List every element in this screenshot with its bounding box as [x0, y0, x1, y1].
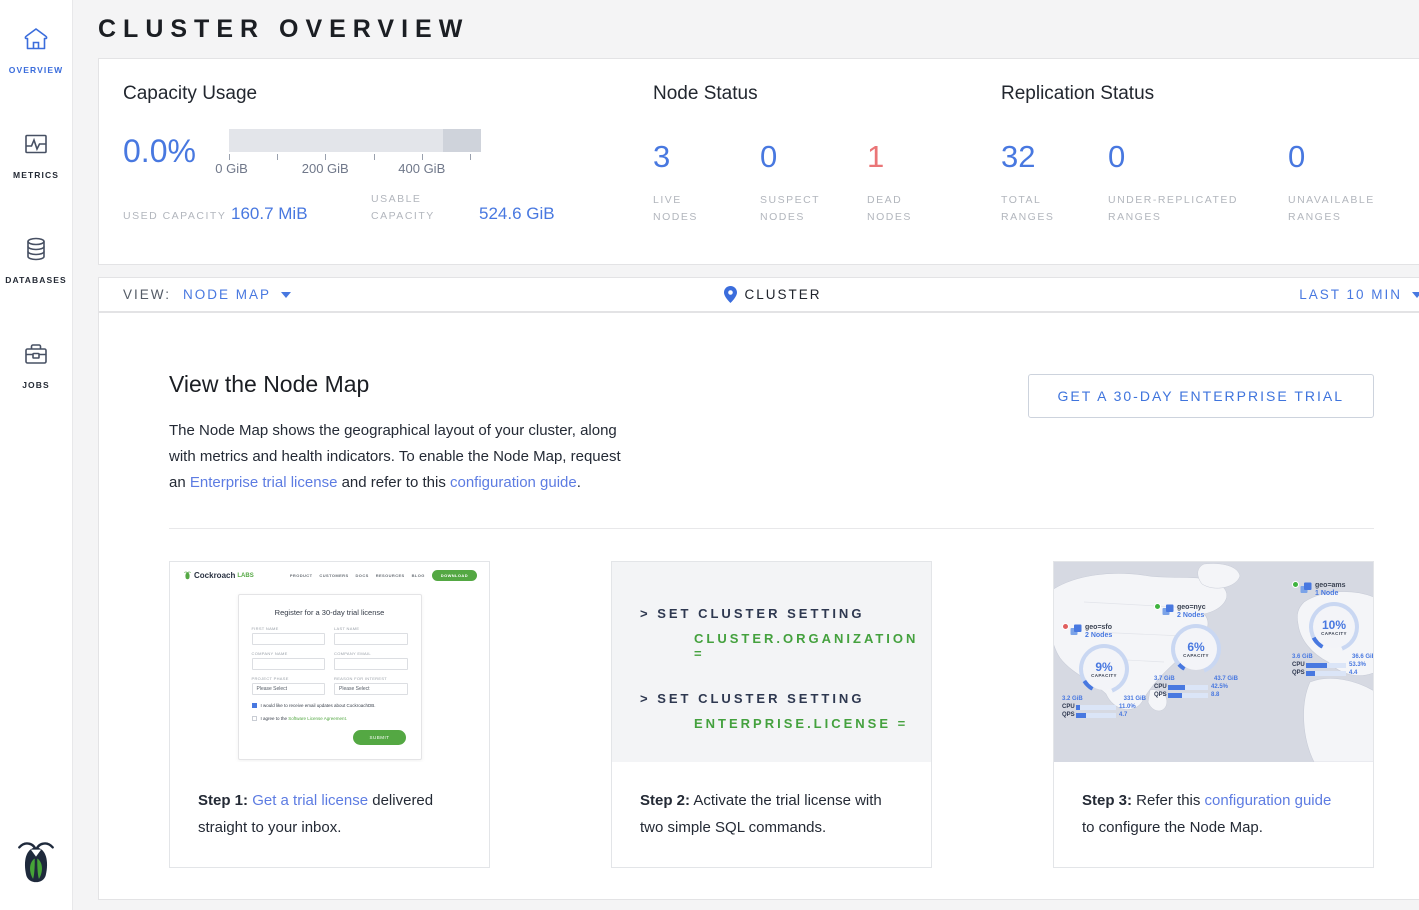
sidebar-item-jobs[interactable]: JOBS — [0, 335, 73, 404]
location-pin-icon — [723, 286, 736, 303]
total-ranges-stat: 32 TOTALRANGES — [1001, 129, 1106, 226]
usable-capacity-value: 524.6 GiB — [479, 204, 619, 225]
step3-card: geo=sfo2 Nodes 9% CAPACITY 3.2 GiB331 Gi… — [1053, 561, 1374, 868]
capacity-percent: 0.0% — [123, 129, 229, 167]
mini-registration-form: Register for a 30-day trial license FIRS… — [238, 594, 422, 760]
node-widget-ams: geo=ams1 Node 10% CAPACITY 3.6 GiB36.6 G… — [1292, 580, 1373, 676]
dead-nodes-stat: 1 DEADNODES — [867, 129, 972, 226]
live-nodes-stat: 3 LIVENODES — [653, 129, 758, 226]
step2-code-block: > SET CLUSTER SETTING CLUSTER.ORGANIZATI… — [612, 562, 931, 762]
step1-screenshot: Cockroach LABS PRODUCT CUSTOMERS DOCS RE… — [170, 562, 489, 762]
database-icon — [23, 236, 49, 267]
node-status-title: Node Status — [653, 83, 1001, 105]
cockroach-logo — [17, 839, 55, 896]
used-capacity-label: USED CAPACITY — [123, 208, 231, 225]
page-title: CLUSTER OVERVIEW — [98, 0, 1419, 58]
node-widget-sfo: geo=sfo2 Nodes 9% CAPACITY 3.2 GiB331 Gi… — [1062, 622, 1146, 718]
step2-caption: Step 2: Activate the trial license with … — [612, 762, 931, 841]
step2-card: > SET CLUSTER SETTING CLUSTER.ORGANIZATI… — [611, 561, 932, 868]
view-selector-dropdown[interactable]: NODE MAP — [183, 287, 291, 302]
get-enterprise-trial-button[interactable]: GET A 30-DAY ENTERPRISE TRIAL — [1028, 374, 1375, 418]
capacity-usage-section: Capacity Usage 0.0% 0 GiB 200 GiB — [123, 83, 653, 264]
cluster-summary-panel: Capacity Usage 0.0% 0 GiB 200 GiB — [98, 58, 1419, 265]
tick-label-400: 400 GiB — [398, 161, 445, 176]
mini-cockroach-logo: Cockroach LABS — [184, 571, 254, 581]
live-nodes-value: 3 — [653, 141, 758, 172]
suspect-nodes-value: 0 — [760, 141, 865, 172]
total-ranges-value: 32 — [1001, 141, 1106, 172]
time-range-dropdown[interactable]: LAST 10 MIN — [1299, 287, 1419, 302]
replication-status-title: Replication Status — [1001, 83, 1419, 105]
status-dot-live-icon — [1154, 603, 1161, 610]
sql-command: > SET CLUSTER SETTING — [640, 606, 931, 621]
metrics-icon — [23, 131, 49, 162]
unavailable-ranges-value: 0 — [1288, 141, 1419, 172]
tick-label-200: 200 GiB — [302, 161, 349, 176]
sql-argument: CLUSTER.ORGANIZATION = — [694, 631, 931, 661]
unavailable-ranges-stat: 0 UNAVAILABLERANGES — [1288, 129, 1419, 226]
nodes-icon — [1300, 582, 1312, 594]
chevron-down-icon — [1412, 292, 1419, 298]
node-map-description: The Node Map shows the geographical layo… — [169, 418, 629, 496]
dead-nodes-value: 1 — [867, 141, 972, 172]
under-replicated-ranges-stat: 0 UNDER-REPLICATEDRANGES — [1108, 129, 1286, 226]
sidebar-label-databases: DATABASES — [5, 275, 67, 285]
node-map-title: View the Node Map — [169, 371, 629, 398]
node-status-section: Node Status 3 LIVENODES 0 SUSPECTNODES 1 — [653, 83, 1001, 264]
step1-caption: Step 1: Get a trial license delivered st… — [170, 762, 489, 841]
nodes-icon — [1070, 624, 1082, 636]
chevron-down-icon — [281, 292, 291, 298]
view-bar: VIEW: NODE MAP CLUSTER LAST 10 MIN — [98, 277, 1419, 312]
capacity-usage-title: Capacity Usage — [123, 83, 653, 105]
step3-node-map-image: geo=sfo2 Nodes 9% CAPACITY 3.2 GiB331 Gi… — [1054, 562, 1373, 762]
enterprise-trial-license-link[interactable]: Enterprise trial license — [190, 474, 338, 491]
mini-nav-links: PRODUCT CUSTOMERS DOCS RESOURCES BLOG DO… — [283, 570, 477, 581]
used-capacity-value: 160.7 MiB — [231, 204, 371, 225]
cluster-breadcrumb: CLUSTER — [723, 286, 821, 303]
sidebar-item-databases[interactable]: DATABASES — [0, 230, 73, 299]
sidebar-label-jobs: JOBS — [22, 380, 50, 390]
usable-capacity-label: USABLE CAPACITY — [371, 191, 479, 225]
home-icon — [23, 26, 49, 57]
sidebar: OVERVIEW METRICS DATABASES JOBS — [0, 0, 73, 910]
nodes-icon — [1162, 604, 1174, 616]
replication-status-section: Replication Status 32 TOTALRANGES 0 UNDE… — [1001, 83, 1419, 264]
status-dot-live-icon — [1292, 581, 1299, 588]
configuration-guide-link-step3[interactable]: configuration guide — [1205, 792, 1332, 809]
sidebar-item-metrics[interactable]: METRICS — [0, 125, 73, 194]
sidebar-item-overview[interactable]: OVERVIEW — [0, 20, 73, 89]
get-trial-license-link[interactable]: Get a trial license — [252, 792, 368, 809]
sql-command: > SET CLUSTER SETTING — [640, 691, 931, 706]
mini-download-button: DOWNLOAD — [432, 570, 477, 581]
configuration-guide-link[interactable]: configuration guide — [450, 474, 577, 491]
node-widget-nyc: geo=nyc2 Nodes 6% CAPACITY 3.7 GiB43.7 G… — [1154, 602, 1238, 698]
node-map-panel: View the Node Map The Node Map shows the… — [98, 312, 1419, 900]
status-dot-dead-icon — [1062, 623, 1069, 630]
app-window: OVERVIEW METRICS DATABASES JOBS — [0, 0, 1419, 910]
sidebar-label-metrics: METRICS — [13, 170, 59, 180]
step3-caption: Step 3: Refer this configuration guide t… — [1054, 762, 1373, 841]
sql-argument: ENTERPRISE.LICENSE = — [694, 716, 931, 731]
divider — [169, 528, 1374, 529]
briefcase-icon — [23, 341, 49, 372]
step1-card: Cockroach LABS PRODUCT CUSTOMERS DOCS RE… — [169, 561, 490, 868]
suspect-nodes-stat: 0 SUSPECTNODES — [760, 129, 865, 226]
main-content: CLUSTER OVERVIEW Capacity Usage 0.0% — [73, 0, 1419, 910]
capacity-gauge: 0 GiB 200 GiB 400 GiB — [229, 129, 481, 177]
tick-label-0: 0 GiB — [215, 161, 248, 176]
view-label: VIEW: — [123, 287, 171, 302]
sidebar-label-overview: OVERVIEW — [9, 65, 63, 75]
under-replicated-ranges-value: 0 — [1108, 141, 1286, 172]
